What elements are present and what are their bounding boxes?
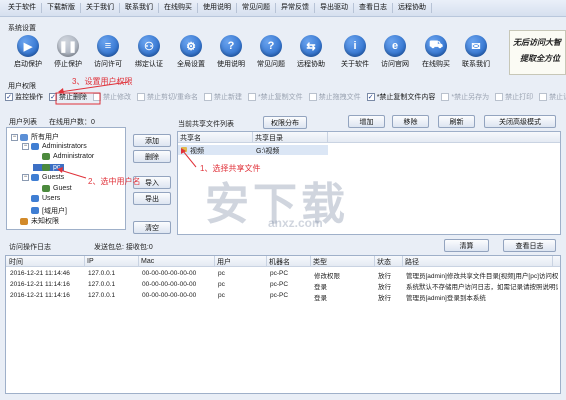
- annotation-arrow-2: [59, 169, 87, 179]
- annotation-box-permission: [55, 92, 101, 105]
- annotation-step-2: 2、选中用户名: [88, 177, 141, 186]
- annotation-step-3: 3、设置用户权限: [72, 77, 133, 86]
- annotation-overlay: [55, 81, 197, 179]
- annotation-arrow-1: [182, 150, 197, 168]
- annotation-arrowhead-2: [57, 167, 63, 173]
- annotation-step-1: 1、选择共享文件: [200, 164, 261, 173]
